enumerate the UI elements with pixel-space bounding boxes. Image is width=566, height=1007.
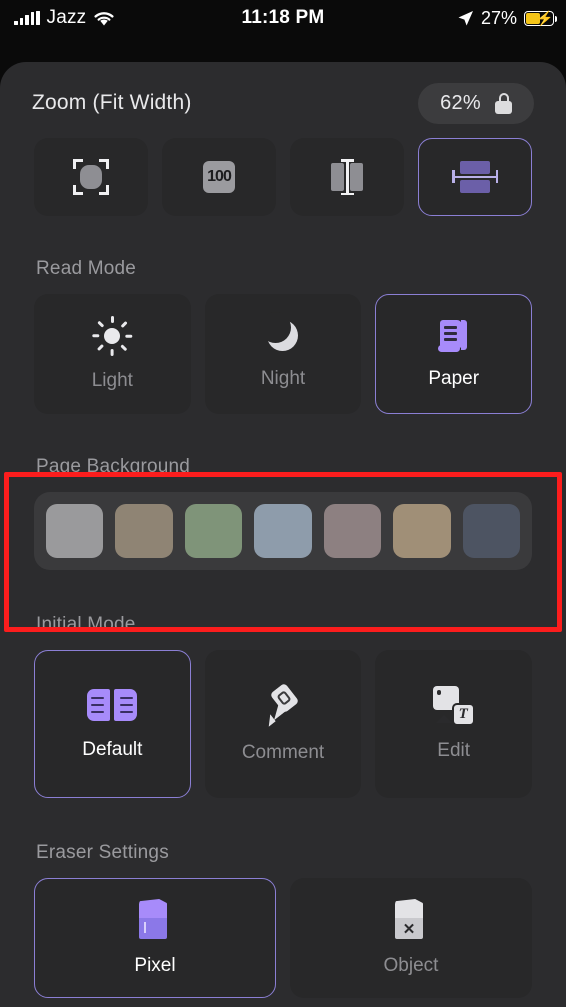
initial-mode-label: Initial Mode	[36, 614, 136, 635]
read-mode-paper-label: Paper	[428, 368, 480, 389]
initial-mode-default[interactable]: Default	[34, 650, 191, 798]
eraser-settings-label: Eraser Settings	[36, 842, 169, 863]
eraser-option-pixel[interactable]: Pixel	[34, 878, 276, 998]
highlighter-marker-icon	[261, 682, 305, 728]
eraser-settings-row: Pixel ✕ Object	[34, 878, 532, 998]
initial-mode-section: Initial Mode Default Comment T Edit	[0, 570, 566, 798]
status-bar: Jazz 11:18 PM 27% ⚡	[0, 0, 566, 36]
eraser-pixel-icon	[137, 899, 173, 941]
page-background-label: Page Background	[36, 456, 191, 477]
zoom-option-100[interactable]: 100	[162, 138, 276, 216]
scroll-icon	[437, 318, 471, 354]
zoom-title: Zoom (Fit Width)	[32, 91, 192, 114]
swatch-khaki[interactable]	[115, 504, 173, 558]
fit-page-icon	[73, 159, 109, 195]
zoom-option-fit-width[interactable]	[418, 138, 532, 216]
zoom-options-row: 100	[34, 138, 532, 216]
read-mode-label: Read Mode	[36, 258, 137, 279]
moon-icon	[260, 312, 301, 354]
eraser-settings-section: Eraser Settings Pixel ✕ Object	[0, 798, 566, 998]
status-bar-right: 27% ⚡	[457, 8, 566, 29]
swatch-blue-gray[interactable]	[254, 504, 312, 558]
zoom-level-pill[interactable]: 62%	[418, 82, 534, 124]
page-background-section: Page Background	[0, 414, 566, 570]
read-mode-section: Read Mode Light Night Paper	[0, 216, 566, 414]
eraser-option-pixel-label: Pixel	[134, 955, 176, 976]
initial-mode-edit-label: Edit	[437, 740, 471, 761]
eraser-option-object[interactable]: ✕ Object	[290, 878, 532, 998]
settings-sheet: Zoom (Fit Width) 62% 100 Read Mode Light…	[0, 62, 566, 1007]
swatch-gray[interactable]	[46, 504, 104, 558]
initial-mode-default-label: Default	[82, 739, 143, 760]
location-arrow-icon	[458, 10, 473, 25]
fit-height-icon	[327, 159, 367, 195]
fit-width-icon	[452, 160, 498, 194]
initial-mode-edit[interactable]: T Edit	[375, 650, 533, 798]
initial-mode-comment[interactable]: Comment	[204, 650, 362, 798]
eraser-option-object-label: Object	[383, 955, 439, 976]
swatch-tan[interactable]	[393, 504, 451, 558]
read-mode-row: Light Night Paper	[34, 294, 533, 414]
read-mode-night-label: Night	[260, 368, 306, 389]
swatch-slate[interactable]	[462, 504, 520, 558]
open-book-icon	[86, 687, 138, 725]
eraser-object-icon: ✕	[393, 899, 429, 941]
zoom-100-icon: 100	[203, 161, 235, 193]
zoom-options-section: 100	[0, 122, 566, 216]
battery-charging-icon: ⚡	[524, 10, 557, 26]
page-background-swatches	[34, 492, 532, 570]
swatch-sage[interactable]	[184, 504, 243, 558]
zoom-option-fit-page[interactable]	[34, 138, 148, 216]
read-mode-paper[interactable]: Paper	[375, 294, 533, 414]
phone-screen: Jazz 11:18 PM 27% ⚡ Zoom (Fit Width) 62%…	[0, 0, 566, 1007]
zoom-option-fit-height[interactable]	[290, 138, 404, 216]
zoom-header: Zoom (Fit Width) 62%	[0, 62, 566, 124]
image-text-icon: T	[432, 686, 475, 726]
zoom-level-label: 62%	[440, 91, 481, 114]
battery-percent-label: 27%	[480, 7, 517, 28]
read-mode-light-label: Light	[91, 370, 133, 391]
initial-mode-comment-label: Comment	[241, 742, 325, 763]
sun-icon	[92, 316, 133, 356]
read-mode-night[interactable]: Night	[204, 294, 362, 414]
swatch-mauve[interactable]	[323, 504, 382, 558]
read-mode-light[interactable]: Light	[34, 294, 191, 414]
lock-closed-icon[interactable]	[495, 92, 512, 114]
initial-mode-row: Default Comment T Edit	[34, 650, 533, 798]
